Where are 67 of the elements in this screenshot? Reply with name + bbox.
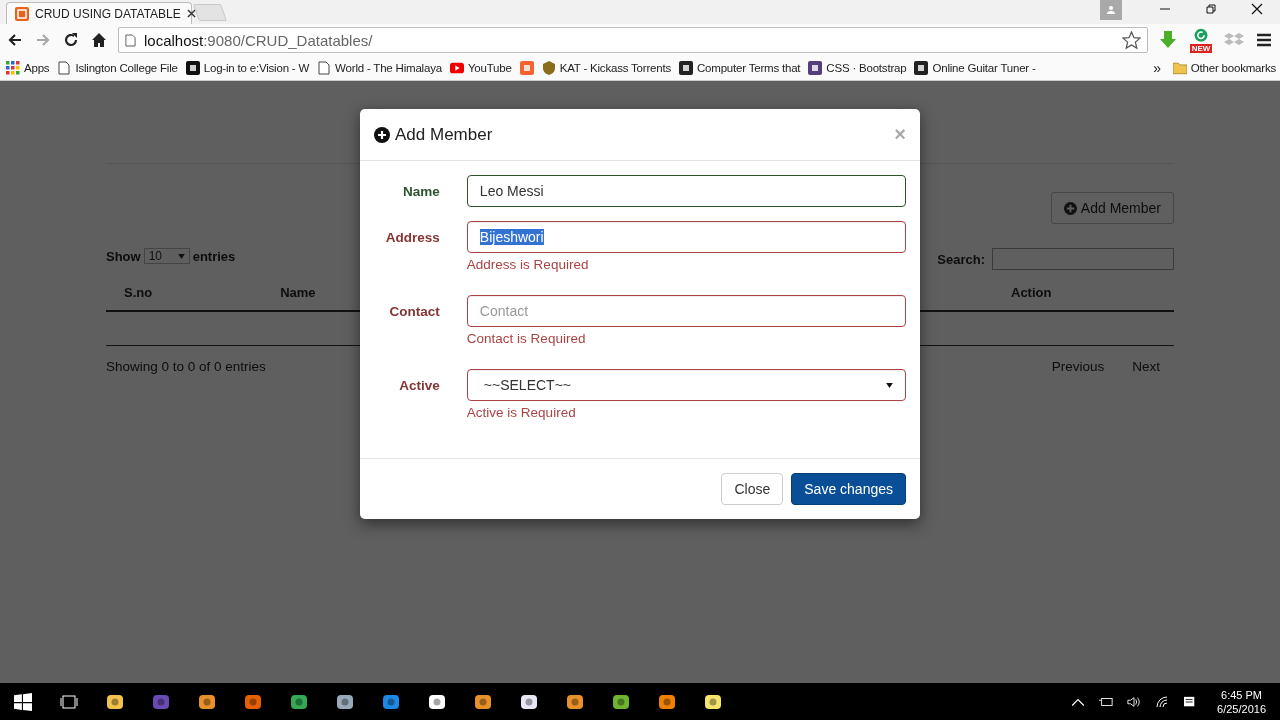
download-arrow-icon[interactable] [1158,30,1178,50]
new-badge: NEW [1189,43,1213,53]
table-info: Showing 0 to 0 of 0 entries [106,359,266,374]
modal-title: Add Member [395,124,494,145]
square-icon [808,61,823,75]
input-field[interactable]: Bijeshwori [466,221,906,253]
battery-icon[interactable] [1099,695,1114,708]
plus-circle-icon [1063,201,1077,215]
page-icon [57,61,72,75]
close-icon[interactable] [186,9,196,18]
bookmark[interactable]: KAT - Kickass Torrents [541,61,671,75]
shield-icon [541,61,556,75]
page-icon [125,33,136,47]
play-icon [449,61,464,75]
star-icon[interactable] [1122,30,1141,50]
home-icon[interactable] [91,32,107,48]
search-label: Search: [937,251,985,267]
bookmark[interactable]: Computer Terms that [678,61,801,75]
person-icon [1106,5,1116,15]
speaker-icon[interactable] [1127,695,1142,708]
wifi-icon[interactable] [1155,695,1170,708]
bookmark[interactable] [519,61,534,75]
other-bookmarks-folder[interactable]: Other bookmarks [1172,61,1276,75]
bookmark[interactable]: Apps [6,61,50,75]
blog-icon [519,61,534,75]
page-icon [317,61,332,75]
search-field[interactable] [992,248,1174,270]
bookmark[interactable]: CSS · Bootstrap [808,61,907,75]
restore-icon[interactable] [1205,3,1217,15]
app-logo-icon [15,6,29,21]
field-label: Active [398,377,440,395]
bookmark[interactable]: World - The Himalaya [317,61,442,75]
save-button[interactable]: Save changes [791,473,906,505]
reload-icon[interactable] [63,32,79,48]
clock-date[interactable]: 6/25/2016 [1217,701,1266,716]
url-text: localhost:9080/CRUD_Datatables/ [144,31,374,49]
apps-grid-icon [6,61,20,75]
task-view-icon[interactable] [60,692,78,711]
field-label: Contact [388,303,440,321]
error-message: Address is Required [466,257,590,272]
address-bar[interactable]: localhost:9080/CRUD_Datatables/ [118,27,1148,53]
caret-icon [886,382,893,388]
square-icon [914,61,929,75]
bookmark[interactable]: Islington College File [57,61,178,75]
square-icon [185,61,200,75]
error-message: Active is Required [466,405,577,420]
more-bookmarks-button[interactable]: » [1153,60,1161,76]
error-message: Contact is Required [466,331,587,346]
tab-title: CRUD USING DATATABLE [35,6,181,21]
show-label: Show [106,248,141,264]
clock-time[interactable]: 6:45 PM [1221,687,1262,702]
field-label: Name [402,183,440,201]
extension-button[interactable]: NEW [1188,27,1214,53]
entries-label: entries [192,248,236,264]
select-field[interactable]: ~~SELECT~~ [466,369,906,401]
close-icon[interactable] [1251,3,1263,15]
close-button[interactable]: Close [721,473,784,505]
bookmark[interactable]: Log-in to e:Vision - W [185,61,310,75]
input-field[interactable]: Leo Messi [466,175,906,207]
caret-icon [177,253,185,259]
bookmark[interactable]: YouTube [449,61,512,75]
windows-logo-icon[interactable] [14,692,32,711]
plus-circle-icon [374,126,390,143]
field-label: Address [384,229,440,247]
square-icon [678,61,693,75]
bookmark[interactable]: Online Guitar Tuner - [914,61,1036,75]
back-arrow-icon[interactable] [7,32,23,48]
